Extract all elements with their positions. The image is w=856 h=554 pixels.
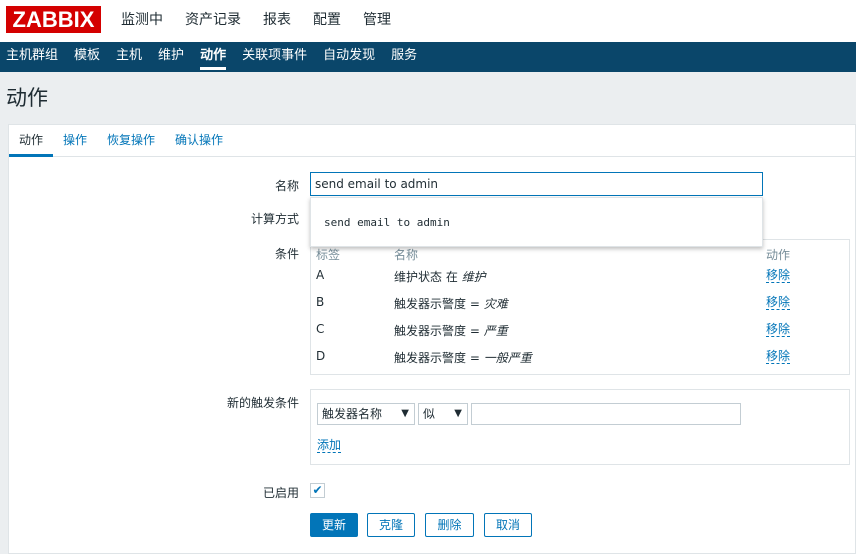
tab-action[interactable]: 动作 <box>9 125 54 157</box>
condition-value: 一般严重 <box>483 351 532 365</box>
update-button[interactable]: 更新 <box>310 513 358 537</box>
top-bar: ZABBIX 监测中 资产记录 报表 配置 管理 <box>0 0 856 42</box>
action-form-panel: 动作 操作 恢复操作 确认操作 名称 send email to admin 计… <box>8 124 856 554</box>
remove-condition-link[interactable]: 移除 <box>766 323 791 337</box>
caret-down-icon: ▼ <box>454 408 462 419</box>
enabled-label: 已启用 <box>262 486 299 500</box>
check-icon: ✔ <box>312 483 323 497</box>
column-header-action: 动作 <box>766 248 791 262</box>
new-condition-box: 触发器名称 ▼ 似 ▼ 添加 <box>310 389 850 465</box>
submenu-templates[interactable]: 模板 <box>66 42 108 72</box>
zabbix-logo[interactable]: ZABBIX <box>6 6 101 33</box>
sub-menu-bar: 主机群组 模板 主机 维护 动作 关联项事件 自动发现 服务 <box>0 42 856 72</box>
enabled-checkbox[interactable]: ✔ <box>310 483 325 498</box>
submenu-actions[interactable]: 动作 <box>192 42 234 72</box>
tab-acknowledge-operations[interactable]: 确认操作 <box>165 125 233 156</box>
condition-value: 灾难 <box>483 297 508 311</box>
column-header-name: 名称 <box>394 248 419 262</box>
condition-row-label: D <box>316 349 326 363</box>
menu-monitoring[interactable]: 监测中 <box>110 0 174 42</box>
condition-row-name: 维护状态 在 维护 <box>394 268 486 285</box>
condition-value: 维护 <box>461 270 486 284</box>
remove-condition-link[interactable]: 移除 <box>766 296 791 310</box>
add-condition-link[interactable]: 添加 <box>317 439 342 453</box>
menu-reports[interactable]: 报表 <box>252 0 302 42</box>
calculation-label: 计算方式 <box>250 212 299 226</box>
name-input[interactable] <box>310 172 763 196</box>
condition-row-name: 触发器示警度 = 严重 <box>394 322 508 339</box>
condition-operator-select[interactable]: 似 ▼ <box>418 403 468 425</box>
cancel-button[interactable]: 取消 <box>484 513 532 537</box>
condition-text: 触发器示警度 = <box>394 351 484 365</box>
condition-row-name: 触发器示警度 = 灾难 <box>394 295 508 312</box>
main-menu: 监测中 资产记录 报表 配置 管理 <box>110 0 402 42</box>
submenu-maintenance[interactable]: 维护 <box>150 42 192 72</box>
condition-text: 触发器示警度 = <box>394 297 484 311</box>
condition-type-select[interactable]: 触发器名称 ▼ <box>317 403 415 425</box>
condition-type-value: 触发器名称 <box>322 407 383 421</box>
condition-text: 触发器示警度 = <box>394 324 484 338</box>
submenu-services[interactable]: 服务 <box>383 42 425 72</box>
caret-down-icon: ▼ <box>401 408 409 419</box>
column-header-label: 标签 <box>316 248 341 262</box>
tab-recovery-operations[interactable]: 恢复操作 <box>97 125 165 156</box>
submenu-hosts[interactable]: 主机 <box>108 42 150 72</box>
condition-operator-value: 似 <box>423 407 436 421</box>
autocomplete-option[interactable]: send email to admin <box>324 216 450 229</box>
clone-button[interactable]: 克隆 <box>367 513 415 537</box>
menu-administration[interactable]: 管理 <box>352 0 402 42</box>
menu-inventory[interactable]: 资产记录 <box>174 0 252 42</box>
remove-condition-link[interactable]: 移除 <box>766 350 791 364</box>
conditions-label: 条件 <box>274 247 299 261</box>
remove-condition-link[interactable]: 移除 <box>766 269 791 283</box>
tab-operations[interactable]: 操作 <box>53 125 97 156</box>
new-condition-label: 新的触发条件 <box>226 396 299 410</box>
condition-row-name: 触发器示警度 = 一般严重 <box>394 349 532 366</box>
submenu-event-correlation[interactable]: 关联项事件 <box>234 42 315 72</box>
condition-value: 严重 <box>483 324 508 338</box>
condition-row-label: B <box>316 295 325 309</box>
condition-text: 维护状态 在 <box>394 270 462 284</box>
delete-button[interactable]: 删除 <box>425 513 474 537</box>
sub-menu: 主机群组 模板 主机 维护 动作 关联项事件 自动发现 服务 <box>0 42 856 72</box>
condition-value-input[interactable] <box>471 403 741 425</box>
page-header: 动作 <box>0 72 856 116</box>
menu-configuration[interactable]: 配置 <box>302 0 352 42</box>
condition-row-label: A <box>316 268 325 282</box>
submenu-discovery[interactable]: 自动发现 <box>315 42 383 72</box>
autocomplete-dropdown: send email to admin <box>310 197 763 247</box>
page-title: 动作 <box>6 86 48 110</box>
name-label: 名称 <box>274 179 299 193</box>
form-tabs: 动作 操作 恢复操作 确认操作 <box>9 125 856 157</box>
submenu-host-groups[interactable]: 主机群组 <box>0 42 66 72</box>
conditions-table: 标签 名称 动作 A 维护状态 在 维护 移除 B 触发器示警度 = 灾难 移除… <box>310 239 850 375</box>
condition-row-label: C <box>316 322 325 336</box>
